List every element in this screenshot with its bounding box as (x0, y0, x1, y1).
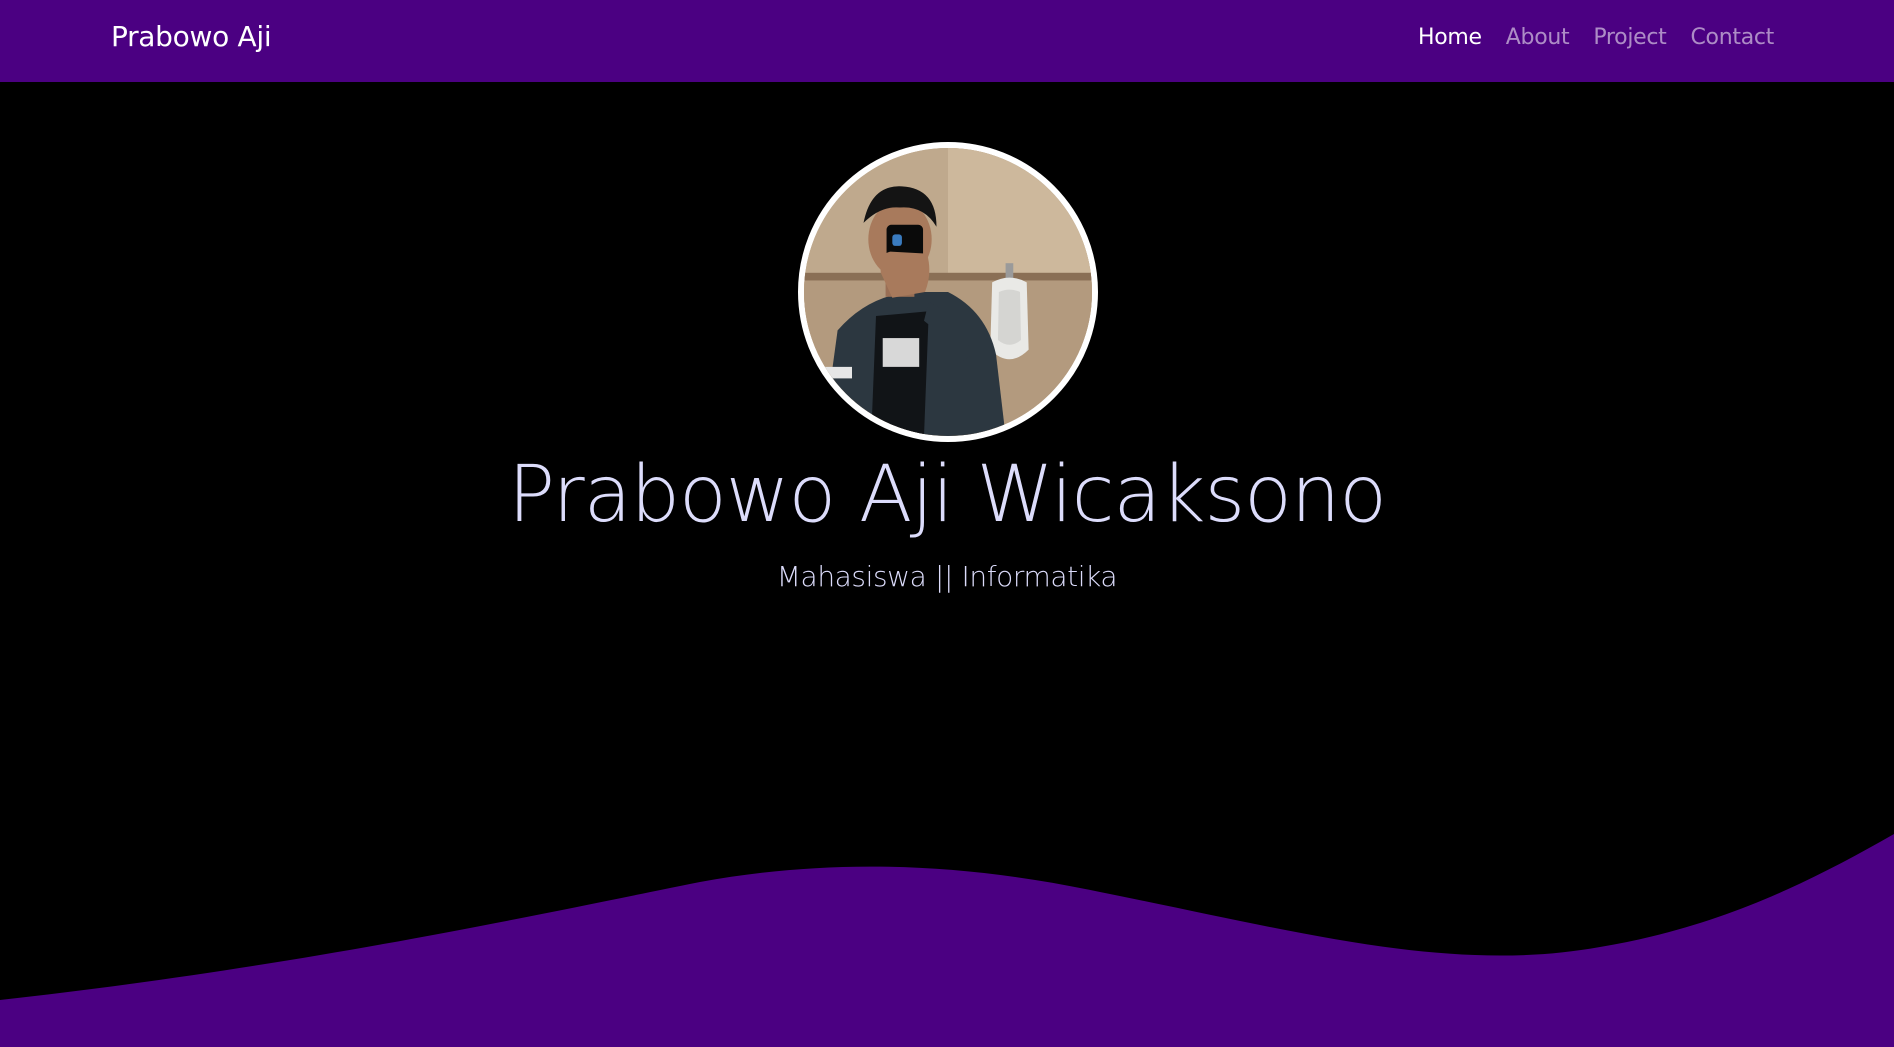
wave-decoration (0, 834, 1894, 1047)
brand-link[interactable]: Prabowo Aji (111, 20, 272, 53)
hero-section: Prabowo Aji Wicaksono Mahasiswa || Infor… (0, 82, 1894, 1047)
nav-link-project[interactable]: Project (1593, 25, 1666, 50)
nav-link-home[interactable]: Home (1418, 25, 1482, 50)
avatar (798, 142, 1098, 442)
profile-photo (804, 148, 1092, 436)
nav-links: Home About Project Contact (1418, 25, 1774, 50)
navbar: Prabowo Aji Home About Project Contact (0, 0, 1894, 82)
hero-name: Prabowo Aji Wicaksono (507, 450, 1387, 540)
hero-subtitle: Mahasiswa || Informatika (776, 560, 1118, 593)
nav-link-contact[interactable]: Contact (1691, 25, 1775, 50)
nav-link-about[interactable]: About (1506, 25, 1570, 50)
